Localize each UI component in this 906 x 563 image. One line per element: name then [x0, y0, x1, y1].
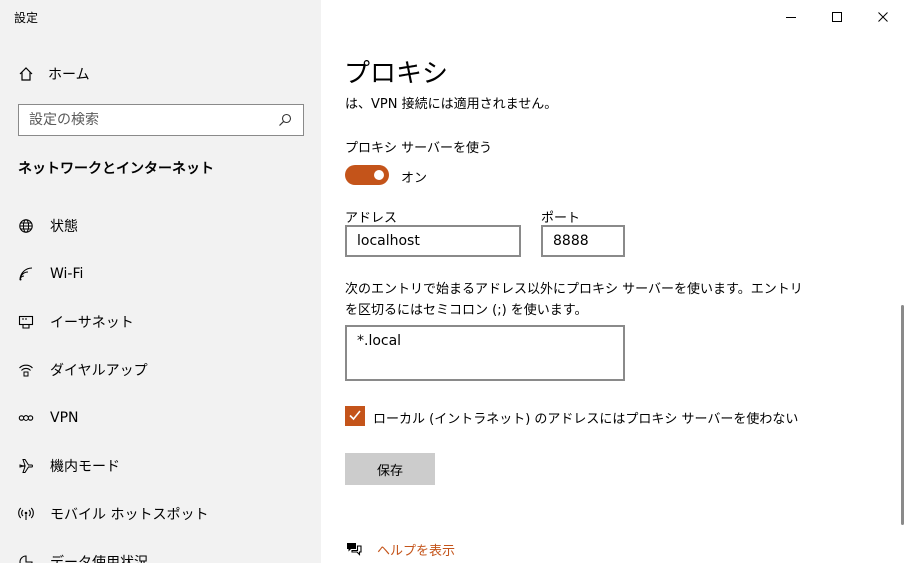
scrollbar[interactable]	[901, 305, 904, 525]
sidebar-item-label: VPN	[50, 410, 79, 426]
sidebar-nav: 状態 Wi-Fi イーサネット ダイヤルアップ VPN 機内モード モバイル ホ…	[0, 202, 321, 563]
home-icon	[18, 66, 34, 82]
sidebar-item-vpn[interactable]: VPN	[0, 394, 321, 442]
sidebar-item-hotspot[interactable]: モバイル ホットスポット	[0, 490, 321, 538]
sidebar: 設定 ホーム ネットワークとインターネット 状態 Wi-Fi	[0, 0, 321, 563]
sidebar-item-dialup[interactable]: ダイヤルアップ	[0, 346, 321, 394]
sidebar-item-label: 状態	[50, 219, 78, 235]
save-button[interactable]: 保存	[345, 453, 435, 485]
use-proxy-toggle[interactable]	[345, 165, 389, 185]
sidebar-item-status[interactable]: 状態	[0, 202, 321, 250]
port-label: ポート	[541, 211, 581, 226]
search-input[interactable]	[29, 112, 277, 128]
use-proxy-label: プロキシ サーバーを使う	[345, 141, 493, 156]
home-link[interactable]: ホーム	[18, 63, 90, 85]
exclude-description: 次のエントリで始まるアドレス以外にプロキシ サーバーを使います。エントリを区切る…	[345, 282, 803, 318]
app-title: 設定	[14, 11, 39, 25]
vpn-icon	[18, 410, 34, 426]
bypass-local-checkbox[interactable]	[345, 406, 365, 426]
maximize-button[interactable]	[814, 0, 860, 34]
search-icon[interactable]	[277, 112, 293, 128]
wifi-icon	[18, 266, 34, 282]
globe-icon	[18, 218, 34, 234]
sidebar-item-label: 機内モード	[50, 459, 120, 475]
search-box[interactable]	[18, 104, 304, 136]
page-title: プロキシ	[344, 59, 449, 89]
help-link[interactable]: ヘルプを表示	[377, 540, 455, 559]
ethernet-icon	[18, 314, 34, 330]
maximize-icon	[831, 8, 843, 27]
close-icon	[877, 8, 889, 27]
airplane-icon	[18, 458, 34, 474]
sidebar-item-label: Wi-Fi	[50, 266, 84, 282]
sidebar-item-airplane[interactable]: 機内モード	[0, 442, 321, 490]
sidebar-item-ethernet[interactable]: イーサネット	[0, 298, 321, 346]
minimize-icon	[785, 8, 797, 27]
sidebar-item-label: ダイヤルアップ	[50, 363, 148, 379]
bypass-local-label: ローカル (イントラネット) のアドレスにはプロキシ サーバーを使わない	[373, 412, 799, 427]
close-button[interactable]	[860, 0, 906, 34]
sidebar-item-data-usage[interactable]: データ使用状況	[0, 538, 321, 563]
sidebar-item-label: イーサネット	[50, 315, 134, 331]
port-input[interactable]	[541, 225, 625, 257]
toggle-knob	[374, 170, 384, 180]
data-usage-icon	[18, 554, 34, 563]
sidebar-item-label: データ使用状況	[50, 555, 148, 563]
home-label: ホーム	[48, 67, 90, 83]
minimize-button[interactable]	[768, 0, 814, 34]
sidebar-item-label: モバイル ホットスポット	[50, 507, 209, 523]
vpn-note: は、VPN 接続には適用されません。	[345, 97, 558, 112]
sidebar-item-wifi[interactable]: Wi-Fi	[0, 250, 321, 298]
checkmark-icon	[348, 407, 362, 426]
exclude-list-input[interactable]: *.local	[345, 325, 625, 381]
hotspot-icon	[18, 506, 34, 522]
address-input[interactable]	[345, 225, 521, 257]
section-title: ネットワークとインターネット	[18, 161, 214, 177]
help-chat-icon	[345, 540, 363, 558]
help-section: ヘルプを表示	[345, 539, 455, 559]
address-label: アドレス	[345, 211, 398, 226]
toggle-state-label: オン	[401, 171, 428, 186]
dialup-icon	[18, 362, 34, 378]
